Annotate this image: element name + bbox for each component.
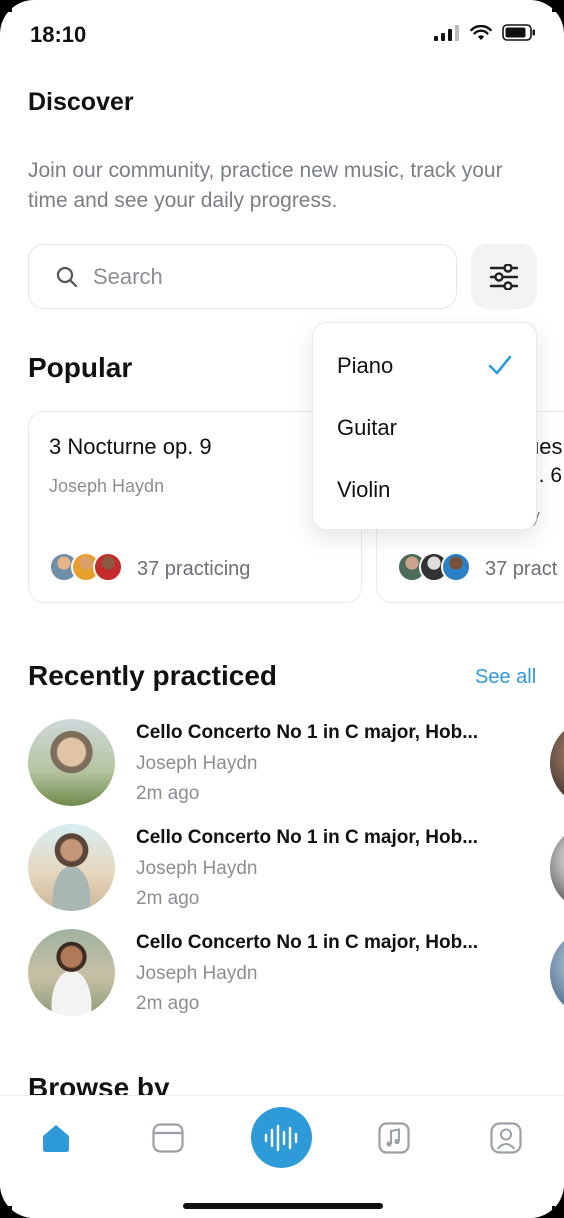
list-item-time: 2m ago: [136, 888, 200, 909]
practicing-count: 37 pract: [485, 558, 558, 580]
avatar: [28, 824, 115, 911]
home-indicator: [183, 1203, 383, 1209]
check-icon: [488, 355, 512, 375]
list-item[interactable]: Cello Concerto No 1 in C major, Hob... J…: [28, 719, 564, 807]
status-bar: 18:10: [0, 0, 564, 70]
search-icon: [56, 266, 78, 288]
waveform-icon: [264, 1124, 297, 1151]
sliders-icon: [489, 263, 519, 290]
list-item[interactable]: Cello Concerto No 1 in C major, Hob... J…: [28, 824, 564, 912]
instrument-dropdown: Piano Guitar Violin: [312, 322, 537, 530]
screen-corner: [0, 1206, 12, 1218]
home-icon: [43, 1125, 69, 1152]
tab-record[interactable]: [251, 1107, 312, 1168]
page-title: Discover: [28, 88, 134, 116]
signal-icon: [434, 24, 459, 41]
list-item-title: Cello Concerto No 1 in C major, Hob...: [136, 722, 479, 743]
battery-icon: [502, 24, 535, 41]
wifi-icon: [470, 24, 492, 40]
tab-profile[interactable]: [486, 1118, 526, 1158]
practicing-count: 37 practicing: [137, 558, 251, 580]
list-item-author: Joseph Haydn: [136, 963, 258, 984]
dropdown-option-piano[interactable]: Piano: [337, 353, 393, 379]
tab-library[interactable]: [148, 1118, 188, 1158]
list-item-author: Joseph Haydn: [136, 858, 258, 879]
see-all-link[interactable]: See all: [475, 666, 536, 689]
tab-bar: [0, 1095, 564, 1218]
list-item-title: Cello Concerto No 1 in C major, Hob...: [136, 932, 479, 953]
search-box[interactable]: [28, 244, 457, 309]
practicing-avatars: [49, 552, 123, 582]
library-icon: [152, 1123, 184, 1153]
avatar: [28, 929, 115, 1016]
avatar: [28, 719, 115, 806]
filter-button[interactable]: [471, 244, 537, 309]
screen-corner: [552, 1206, 564, 1218]
practicing-avatars: [397, 552, 471, 582]
status-icons: [434, 24, 536, 41]
list-item-title: Cello Concerto No 1 in C major, Hob...: [136, 827, 479, 848]
avatar: [93, 552, 123, 582]
page-subtitle: Join our community, practice new music, …: [28, 159, 503, 212]
app-screen: 18:10 Discover Join our community, pract…: [0, 0, 564, 1218]
profile-icon: [490, 1122, 522, 1154]
list-item[interactable]: Cello Concerto No 1 in C major, Hob... J…: [28, 929, 564, 1017]
card-title: 3 Nocturne op. 9: [49, 434, 212, 459]
music-note-icon: [378, 1122, 410, 1154]
search-input[interactable]: [93, 257, 433, 297]
screen-corner: [0, 0, 12, 12]
avatar: [441, 552, 471, 582]
dropdown-option-violin[interactable]: Violin: [337, 477, 390, 503]
list-item-time: 2m ago: [136, 783, 200, 804]
list-item-author: Joseph Haydn: [136, 753, 258, 774]
tab-home[interactable]: [36, 1118, 76, 1158]
card-author: Joseph Haydn: [49, 476, 165, 496]
status-time: 18:10: [30, 22, 87, 47]
recently-practiced-title: Recently practiced: [28, 660, 277, 691]
list-item-time: 2m ago: [136, 993, 200, 1014]
screen-corner: [552, 0, 564, 12]
dropdown-option-guitar[interactable]: Guitar: [337, 415, 397, 441]
tab-music[interactable]: [374, 1118, 414, 1158]
popular-title: Popular: [28, 352, 133, 383]
